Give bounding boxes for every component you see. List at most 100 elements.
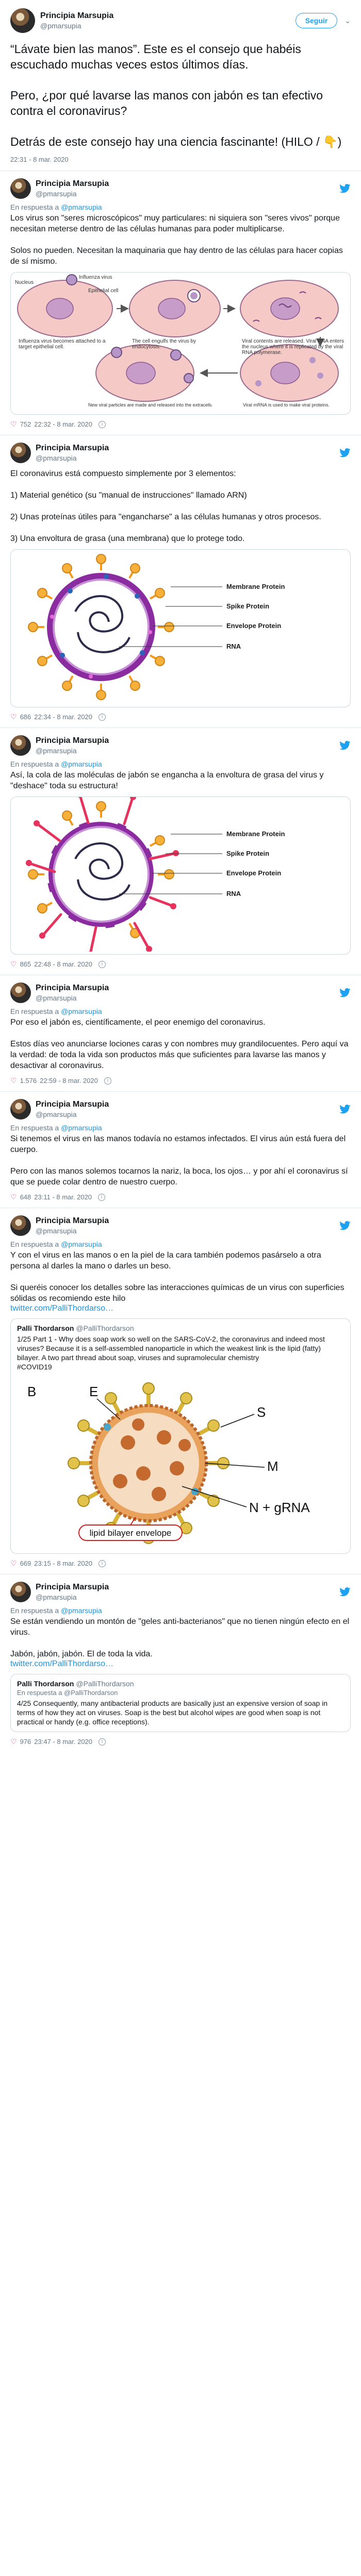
- avatar[interactable]: [10, 1582, 31, 1602]
- reply-handle-link[interactable]: @pmarsupia: [61, 1606, 102, 1615]
- twitter-bird-icon[interactable]: [339, 1587, 351, 1597]
- twitter-bird-icon[interactable]: [339, 184, 351, 193]
- quoted-tweet[interactable]: Palli Thordarson @PalliThordarson 1/25 P…: [10, 1318, 351, 1554]
- avatar[interactable]: [10, 178, 31, 199]
- step-4-caption: New viral particles are made and release…: [88, 402, 212, 408]
- avatar[interactable]: [10, 1099, 31, 1120]
- avatar[interactable]: [10, 1215, 31, 1236]
- virus-infection-diagram[interactable]: Nucleus Influenza virus Epithelial cell: [10, 272, 351, 415]
- step-1-caption: Influenza virus becomes attached to a ta…: [19, 338, 106, 350]
- tweet-timestamp[interactable]: 22:32 - 8 mar. 2020: [34, 420, 92, 428]
- quoted-tweet[interactable]: Palli Thordarson @PalliThordarson En res…: [10, 1674, 351, 1732]
- reply-context: En respuesta a @pmarsupia: [10, 203, 102, 211]
- thread-tweet: Principia Marsupia @pmarsupia En respues…: [0, 728, 361, 975]
- heart-icon[interactable]: ♡: [10, 1559, 17, 1568]
- author-handle[interactable]: @pmarsupia: [36, 1226, 109, 1235]
- avatar[interactable]: [10, 735, 31, 756]
- author-handle[interactable]: @pmarsupia: [36, 189, 109, 198]
- tweet-timestamp[interactable]: 22:31 - 8 mar. 2020: [10, 156, 351, 163]
- author-name[interactable]: Principia Marsupia: [36, 1099, 109, 1110]
- step-3-caption: Viral contents are released. Viral RNA e…: [242, 338, 344, 355]
- thread-tweet: Principia Marsupia @pmarsupia En respues…: [0, 1092, 361, 1208]
- coronavirus-structure-image[interactable]: Membrane Protein Spike Protein Envelope …: [10, 549, 351, 707]
- author-handle[interactable]: @pmarsupia: [36, 746, 109, 755]
- author-name[interactable]: Principia Marsupia: [40, 11, 113, 21]
- thread-tweet: Principia Marsupia @pmarsupia En respues…: [0, 1574, 361, 1752]
- soap-destroys-virus-image[interactable]: Membrane Protein Spike Protein Envelope …: [10, 796, 351, 955]
- info-icon[interactable]: i: [99, 713, 106, 721]
- heart-icon[interactable]: ♡: [10, 1076, 17, 1085]
- tweet-meta: ♡ 1.576 22:59 - 8 mar. 2020 i: [10, 1076, 351, 1085]
- tweet-text: El coronavirus está compuesto simplement…: [10, 469, 321, 543]
- thread-tweet: Principia Marsupia @pmarsupia En respues…: [0, 975, 361, 1092]
- lipid-bilayer-label: lipid bilayer envelope: [90, 1528, 172, 1538]
- author-handle[interactable]: @pmarsupia: [36, 453, 109, 463]
- author-name[interactable]: Principia Marsupia: [36, 179, 109, 189]
- tweet-text: Y con el virus en las manos o en la piel…: [10, 1251, 344, 1303]
- author-name[interactable]: Principia Marsupia: [36, 736, 109, 746]
- twitter-bird-icon[interactable]: [339, 1105, 351, 1114]
- author-handle[interactable]: @pmarsupia: [36, 1110, 109, 1119]
- influenza-virus-label: Influenza virus: [79, 275, 112, 280]
- author-handle[interactable]: @pmarsupia: [36, 1592, 109, 1602]
- author-name[interactable]: Principia Marsupia: [36, 1582, 109, 1592]
- reply-handle-link[interactable]: @pmarsupia: [61, 1007, 102, 1015]
- follow-button[interactable]: Seguir: [295, 13, 338, 28]
- twitter-bird-icon[interactable]: [339, 988, 351, 997]
- reply-context: En respuesta a @pmarsupia: [10, 1007, 102, 1015]
- heart-icon[interactable]: ♡: [10, 713, 17, 721]
- sars-cov-2-structure-image[interactable]: B E S M N + gRNA lipid bilayer envelope: [17, 1376, 344, 1548]
- heart-icon[interactable]: ♡: [10, 1193, 17, 1201]
- rna-label: RNA: [226, 642, 241, 650]
- nucleus-label: Nucleus: [15, 280, 34, 285]
- envelope-protein-label: Envelope Protein: [226, 869, 281, 877]
- author-name[interactable]: Principia Marsupia: [36, 983, 109, 993]
- quoted-author-name: Palli Thordarson: [17, 1680, 74, 1688]
- author-handle[interactable]: @pmarsupia: [40, 21, 113, 30]
- main-tweet-header: Principia Marsupia @pmarsupia Seguir ⌄: [10, 8, 351, 33]
- tweet-timestamp[interactable]: 22:34 - 8 mar. 2020: [34, 713, 92, 721]
- avatar[interactable]: [10, 8, 35, 33]
- tweet-timestamp[interactable]: 22:48 - 8 mar. 2020: [34, 960, 92, 968]
- avatar[interactable]: [10, 982, 31, 1003]
- tweet-meta: ♡ 752 22:32 - 8 mar. 2020 i: [10, 420, 351, 429]
- tweet-meta: ♡ 976 23:47 - 8 mar. 2020 i: [10, 1737, 351, 1746]
- external-link[interactable]: twitter.com/PalliThordarso…: [10, 1659, 351, 1669]
- info-icon[interactable]: i: [104, 1077, 111, 1084]
- twitter-bird-icon[interactable]: [339, 448, 351, 457]
- author-name[interactable]: Principia Marsupia: [36, 443, 109, 453]
- chevron-down-icon[interactable]: ⌄: [344, 16, 351, 25]
- tweet-meta: ♡ 669 23:15 - 8 mar. 2020 i: [10, 1559, 351, 1568]
- twitter-bird-icon[interactable]: [339, 1221, 351, 1230]
- author-name[interactable]: Principia Marsupia: [36, 1216, 109, 1226]
- thread-tweet: Principia Marsupia @pmarsupia El coronav…: [0, 435, 361, 728]
- heart-icon[interactable]: ♡: [10, 960, 17, 969]
- tweet-timestamp[interactable]: 22:59 - 8 mar. 2020: [40, 1077, 98, 1084]
- reply-handle-link[interactable]: @pmarsupia: [61, 203, 102, 211]
- info-icon[interactable]: i: [99, 960, 106, 968]
- info-icon[interactable]: i: [99, 1560, 106, 1567]
- twitter-bird-icon[interactable]: [339, 741, 351, 750]
- reply-handle-link[interactable]: @pmarsupia: [61, 1240, 102, 1248]
- info-icon[interactable]: i: [99, 1738, 106, 1745]
- external-link[interactable]: twitter.com/PalliThordarso…: [10, 1304, 351, 1313]
- like-count: 648: [20, 1193, 31, 1201]
- tweet-meta: ♡ 865 22:48 - 8 mar. 2020 i: [10, 960, 351, 969]
- heart-icon[interactable]: ♡: [10, 420, 17, 429]
- avatar[interactable]: [10, 443, 31, 463]
- tweet-timestamp[interactable]: 23:11 - 8 mar. 2020: [34, 1193, 92, 1201]
- tweet-timestamp[interactable]: 23:47 - 8 mar. 2020: [34, 1738, 92, 1745]
- author-handle[interactable]: @pmarsupia: [36, 993, 109, 1003]
- quoted-tweet-text: 1/25 Part 1 - Why does soap work so well…: [17, 1335, 325, 1371]
- tweet-timestamp[interactable]: 23:15 - 8 mar. 2020: [34, 1560, 92, 1567]
- info-icon[interactable]: i: [98, 1193, 106, 1201]
- membrane-protein-label: Membrane Protein: [226, 583, 285, 590]
- reply-handle-link[interactable]: @pmarsupia: [61, 760, 102, 768]
- label-e: E: [89, 1384, 98, 1399]
- info-icon[interactable]: i: [99, 420, 106, 428]
- like-count: 1.576: [20, 1077, 37, 1084]
- tweet-text: Se están vendiendo un montón de "geles a…: [10, 1617, 350, 1658]
- reply-handle-link[interactable]: @pmarsupia: [61, 1124, 102, 1132]
- epithelial-cell-label: Epithelial cell: [88, 288, 118, 294]
- heart-icon[interactable]: ♡: [10, 1737, 17, 1746]
